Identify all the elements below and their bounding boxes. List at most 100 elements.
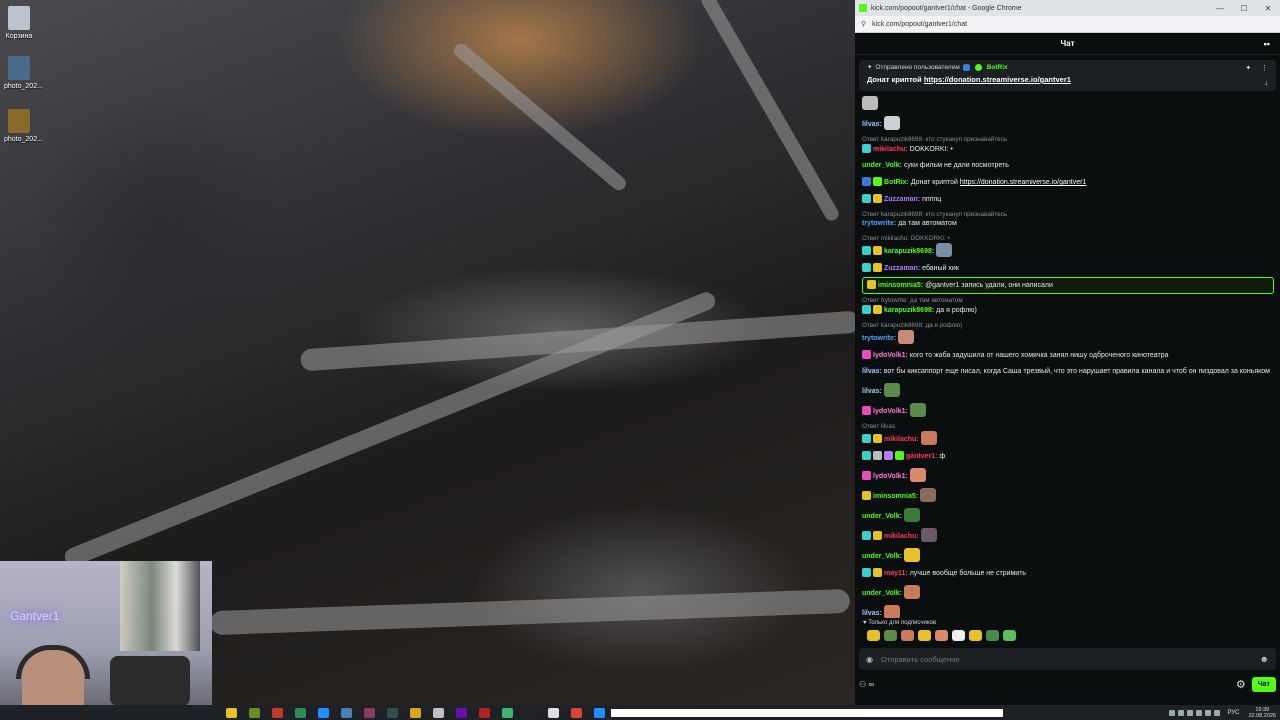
chat-message[interactable]: gantver1: ф	[862, 448, 1274, 465]
chat-message[interactable]: lilvas:	[862, 380, 1274, 400]
address-bar[interactable]: ⚲ kick.com/popout/gantver1/chat	[855, 16, 1280, 33]
tray-icon[interactable]	[1196, 709, 1203, 716]
chat-message-list[interactable]: lilvas: Ответ karapuzik8698: кто стукану…	[855, 93, 1280, 618]
chat-message[interactable]: Ответ karapuzik8698: кто стукануп призна…	[862, 133, 1274, 158]
emote-icon[interactable]	[969, 630, 982, 641]
gear-icon[interactable]: ⚙	[1236, 678, 1246, 691]
emote-icon[interactable]	[867, 630, 880, 641]
maximize-icon[interactable]: ☐	[1232, 4, 1256, 13]
chat-username[interactable]: under_Volk:	[862, 590, 902, 597]
chat-username[interactable]: mikilachu:	[873, 146, 908, 153]
chat-message[interactable]: iminsomnia5: @gantver1 запись удали, они…	[862, 277, 1274, 294]
chat-username[interactable]: Zuzzaman:	[884, 265, 920, 272]
chat-username[interactable]: Zuzzaman:	[884, 196, 920, 203]
taskbar-app-icon[interactable]	[571, 707, 582, 718]
chat-username[interactable]: may11:	[884, 570, 908, 577]
chat-username[interactable]: mikilachu:	[884, 436, 919, 443]
chat-username[interactable]: lydoVolk1:	[873, 473, 908, 480]
chat-message[interactable]: Ответ lilvas: mikilachu:	[862, 420, 1274, 448]
chat-username[interactable]: lilvas:	[862, 121, 882, 128]
chat-message[interactable]: Zuzzaman: ебаный хик	[862, 260, 1274, 277]
channel-points[interactable]: ⚇ ∞	[859, 680, 874, 689]
emoji-picker-icon[interactable]: ☻	[1260, 654, 1269, 664]
chat-username[interactable]: karapuzik8698:	[884, 307, 934, 314]
chat-message[interactable]	[862, 93, 1274, 113]
tray-icon[interactable]	[1169, 709, 1176, 716]
chat-username[interactable]: iminsomnia5:	[873, 493, 918, 500]
chat-message[interactable]: lilvas:	[862, 113, 1274, 133]
chat-input-box[interactable]: ◉ ☻	[859, 648, 1276, 670]
taskbar-app-icon[interactable]	[249, 707, 260, 718]
taskbar-app-icon[interactable]	[364, 707, 375, 718]
chat-username[interactable]: gantver1:	[906, 453, 938, 460]
chat-username[interactable]: iminsomnia5:	[878, 282, 923, 289]
chat-message[interactable]: lydoVolk1:	[862, 400, 1274, 420]
emote-icon[interactable]	[935, 630, 948, 641]
chat-message[interactable]: under_Volk:	[862, 505, 1274, 525]
taskbar-app-icon[interactable]	[226, 707, 237, 718]
emote-icon[interactable]	[1003, 630, 1016, 641]
clock[interactable]: 19:39 22.08.2026	[1248, 707, 1276, 719]
taskbar-app-icon[interactable]	[387, 707, 398, 718]
chat-message[interactable]: under_Volk: суки фильм не дали посмотрет…	[862, 158, 1274, 174]
desktop-icon-recycle-bin[interactable]: Корзина	[4, 6, 34, 40]
taskbar-app-icon[interactable]	[502, 707, 513, 718]
chat-message[interactable]: Zuzzaman: ппппц	[862, 191, 1274, 208]
emote-icon[interactable]	[918, 630, 931, 641]
desktop-icon-photo-2[interactable]: photo_202...	[4, 109, 43, 143]
tray-icon[interactable]	[1205, 709, 1212, 716]
chat-message[interactable]: may11: лучше вообще больше не стримить	[862, 565, 1274, 582]
chat-message[interactable]: lydoVolk1:	[862, 465, 1274, 485]
taskbar-app-icon[interactable]	[295, 707, 306, 718]
taskbar-app-icon[interactable]	[479, 707, 490, 718]
chat-input[interactable]	[880, 654, 1260, 664]
emote-icon[interactable]	[884, 630, 897, 641]
chat-message[interactable]: lilvas: вот бы киксаппорт еще писал, ког…	[862, 364, 1274, 380]
taskbar-app-icon[interactable]	[341, 707, 352, 718]
taskbar-app-icon[interactable]	[433, 707, 444, 718]
chat-username[interactable]: lilvas:	[862, 388, 882, 395]
minimize-icon[interactable]: —	[1208, 4, 1232, 13]
reply-icon[interactable]: ◉	[866, 655, 873, 664]
tray-icon[interactable]	[1214, 709, 1221, 716]
chat-username[interactable]: under_Volk:	[862, 513, 902, 520]
chat-link[interactable]: https://donation.streamiverse.io/gantver…	[960, 179, 1086, 186]
chat-username[interactable]: trytowrite:	[862, 335, 896, 342]
pin-menu-icon[interactable]: ✦ ⋮	[1245, 64, 1268, 72]
taskbar-app-icon[interactable]	[548, 707, 559, 718]
chat-message[interactable]: BotRix: Донат криптой https://donation.s…	[862, 174, 1274, 191]
emote-icon[interactable]	[986, 630, 999, 641]
chat-message[interactable]: Ответ mikilachu: DOKKORKI: • karapuzik869…	[862, 232, 1274, 260]
chat-username[interactable]: lydoVolk1:	[873, 408, 908, 415]
taskbar-app-icon[interactable]	[318, 707, 329, 718]
language-indicator[interactable]: РУС	[1227, 710, 1239, 716]
chat-username[interactable]: lilvas:	[862, 610, 882, 617]
chat-message[interactable]: lilvas:	[862, 602, 1274, 618]
taskbar-app-icon[interactable]	[594, 707, 605, 718]
taskbar-app-icon[interactable]	[525, 707, 536, 718]
chat-username[interactable]: BotRix:	[884, 179, 909, 186]
send-chat-button[interactable]: Чат	[1251, 676, 1276, 692]
taskbar-active-window[interactable]	[611, 708, 1003, 717]
emote-icon[interactable]	[901, 630, 914, 641]
chat-message[interactable]: lydoVolk1: кого то жаба задушила от наше…	[862, 347, 1274, 364]
chat-username[interactable]: karapuzik8698:	[884, 248, 934, 255]
pinned-link[interactable]: https://donation.streamiverse.io/gantver…	[924, 75, 1071, 84]
tray-icon[interactable]	[1187, 709, 1194, 716]
emote-icon[interactable]	[952, 630, 965, 641]
chat-username[interactable]: lydoVolk1:	[873, 352, 908, 359]
chat-message[interactable]: under_Volk:	[862, 582, 1274, 602]
chat-message[interactable]: Ответ karapuzik8698: кто стукануп призна…	[862, 208, 1274, 232]
chat-message[interactable]: mikilachu:	[862, 525, 1274, 545]
chat-message[interactable]: under_Volk:	[862, 545, 1274, 565]
close-icon[interactable]: ✕	[1256, 4, 1280, 13]
taskbar-app-icon[interactable]	[410, 707, 421, 718]
chat-message[interactable]: iminsomnia5:	[862, 485, 1274, 505]
chat-message[interactable]: Ответ trytowrite: да там автоматом karapu…	[862, 294, 1274, 319]
users-icon[interactable]: ▪▪	[1264, 39, 1270, 49]
collapse-arrow-icon[interactable]: ↓	[1264, 78, 1268, 87]
chat-username[interactable]: lilvas:	[862, 368, 882, 375]
tray-icon[interactable]	[1178, 709, 1185, 716]
taskbar-app-icon[interactable]	[272, 707, 283, 718]
taskbar-app-icon[interactable]	[456, 707, 467, 718]
